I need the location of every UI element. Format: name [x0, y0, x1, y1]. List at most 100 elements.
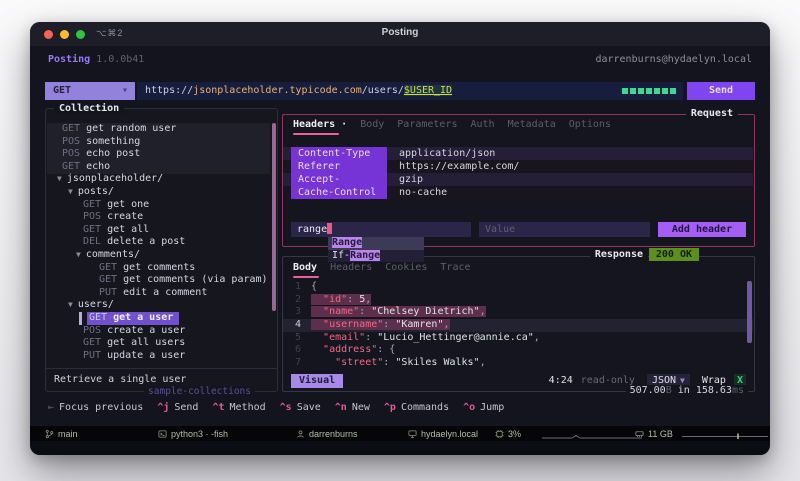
header-row[interactable]: Referer https://example.com/: [283, 160, 753, 173]
add-header-button[interactable]: Add header: [658, 222, 746, 237]
status-segment-shell: python3 · -fish: [158, 426, 228, 441]
header-value: application/json: [399, 147, 495, 160]
collection-item[interactable]: DELdelete a post: [47, 236, 270, 249]
collection-item[interactable]: POScreate a user: [47, 325, 270, 338]
keybinding[interactable]: ^sSave: [280, 402, 321, 413]
status-segment-memory: 11 GB: [635, 426, 673, 441]
header-row[interactable]: Cache-Controlno-cache: [283, 186, 753, 199]
keybinding-label: Method: [230, 402, 266, 413]
request-tab-auth[interactable]: Auth: [471, 119, 495, 130]
keybinding[interactable]: ^jSend: [157, 402, 198, 413]
status-segment-label: 11 GB: [648, 429, 673, 439]
request-method: POS: [83, 325, 101, 338]
collection-item[interactable]: GETget random user: [47, 123, 270, 136]
keybinding[interactable]: ^tMethod: [212, 402, 265, 413]
memory-meter: [682, 433, 768, 439]
collection-item-selected[interactable]: GETget a user: [47, 312, 270, 325]
status-segment-git-branch: main: [45, 426, 78, 441]
header-key: Accept-Encoding: [291, 173, 387, 186]
response-tab-cookies[interactable]: Cookies: [385, 262, 427, 273]
header-key: Referer: [291, 160, 387, 173]
request-tab-headers[interactable]: Headers ·: [293, 119, 347, 130]
response-tab-headers[interactable]: Headers: [330, 262, 372, 273]
collection-item[interactable]: GETget comments (via param): [47, 274, 270, 287]
request-name: echo: [86, 161, 110, 174]
chevron-expanded-icon: ▼: [76, 249, 81, 262]
collection-folder[interactable]: ▼comments/: [47, 249, 270, 262]
collection-scrollbar[interactable]: [272, 123, 276, 311]
request-method: POS: [83, 211, 101, 224]
request-method: GET: [62, 161, 80, 174]
folder-name: jsonplaceholder/: [67, 173, 163, 186]
keybinding-footer: ⇤Focus previous ^jSend ^tMethod ^sSave ^nNew…: [48, 402, 504, 413]
editor-line: 4 "username": "Kamren",: [283, 319, 753, 332]
trace-block: [670, 88, 676, 94]
collection-item[interactable]: POSsomething: [47, 136, 270, 149]
collection-item[interactable]: GETget all users: [47, 337, 270, 350]
keybinding[interactable]: ⇤Focus previous: [48, 402, 143, 413]
host-icon: [408, 429, 417, 439]
response-tab-underline: [293, 276, 319, 278]
line-number: 5: [283, 332, 301, 345]
collection-item[interactable]: PUT edit a comment: [47, 287, 270, 300]
editor-scrollbar[interactable]: [747, 281, 752, 343]
url-protocol: https://: [145, 85, 193, 96]
request-name: update a user: [107, 350, 185, 363]
collection-item[interactable]: PUTupdate a user: [47, 350, 270, 363]
header-name-input[interactable]: range: [291, 222, 471, 237]
request-tab-body[interactable]: Body: [360, 119, 384, 130]
keybinding[interactable]: ^oJump: [463, 402, 504, 413]
header-value: https://example.com/: [399, 160, 519, 173]
request-tab-metadata[interactable]: Metadata: [508, 119, 556, 130]
headers-table: Content-Typeapplication/jsonReferer https…: [283, 147, 753, 199]
request-name: edit a comment: [123, 287, 207, 300]
request-panel-label: Request: [686, 108, 738, 119]
collection-item[interactable]: GETget comments: [47, 262, 270, 275]
keybinding[interactable]: ^pCommands: [384, 402, 449, 413]
collection-folder[interactable]: ▼jsonplaceholder/: [47, 173, 270, 186]
chevron-expanded-icon: ▼: [68, 186, 73, 199]
header-row[interactable]: Accept-Encodinggzip: [283, 173, 753, 186]
app-version: 1.0.0b41: [96, 54, 144, 65]
response-tab-trace[interactable]: Trace: [440, 262, 470, 273]
request-method: PUT: [99, 287, 117, 300]
collection-folder[interactable]: ▼posts/: [47, 186, 270, 199]
window-bottom-strip: [30, 441, 770, 455]
selection-cursor-bar: [79, 312, 82, 325]
request-name: get one: [107, 199, 149, 212]
collection-folder[interactable]: ▼users/: [47, 299, 270, 312]
line-number: 1: [283, 281, 301, 294]
response-body-editor[interactable]: 1{2 "id": 5,3 "name": "Chelsey Dietrich"…: [283, 281, 753, 370]
header-value: no-cache: [399, 186, 447, 199]
app-name: Posting: [48, 54, 90, 65]
selection: "id": 5,: [311, 294, 371, 305]
line-number: 3: [283, 306, 301, 319]
url-input[interactable]: https://jsonplaceholder.typicode.com/use…: [137, 82, 683, 100]
method-label: GET: [53, 85, 71, 96]
request-method: POS: [62, 136, 80, 149]
collection-item[interactable]: GET get one: [47, 199, 270, 212]
keybinding-label: Jump: [480, 402, 504, 413]
collection-item[interactable]: GET echo: [47, 161, 270, 174]
autocomplete-item[interactable]: Range: [328, 237, 424, 250]
request-method: GET: [83, 224, 101, 237]
trace-block: [638, 88, 644, 94]
send-button[interactable]: Send: [687, 82, 755, 100]
collection-item[interactable]: POScreate: [47, 211, 270, 224]
keybinding[interactable]: ^nNew: [335, 402, 370, 413]
request-tab-parameters[interactable]: Parameters: [397, 119, 457, 130]
collection-source-label: sample-collections: [144, 386, 255, 397]
line-number: 6: [283, 344, 301, 357]
request-tab-options[interactable]: Options: [569, 119, 611, 130]
collection-item[interactable]: GETget all: [47, 224, 270, 237]
status-segment-label: main: [58, 429, 78, 439]
collection-item[interactable]: POSecho post: [47, 148, 270, 161]
method-select[interactable]: GET ▾: [45, 82, 135, 100]
request-method: GET: [83, 199, 101, 212]
header-row[interactable]: Content-Typeapplication/json: [283, 147, 753, 160]
editor-mode-badge: Visual: [291, 374, 343, 388]
autocomplete-item[interactable]: If-Range: [328, 250, 424, 263]
status-segment-cpu: 3%: [495, 426, 521, 441]
header-value-input[interactable]: Value: [479, 222, 650, 237]
response-tab-body[interactable]: Body: [293, 262, 317, 273]
